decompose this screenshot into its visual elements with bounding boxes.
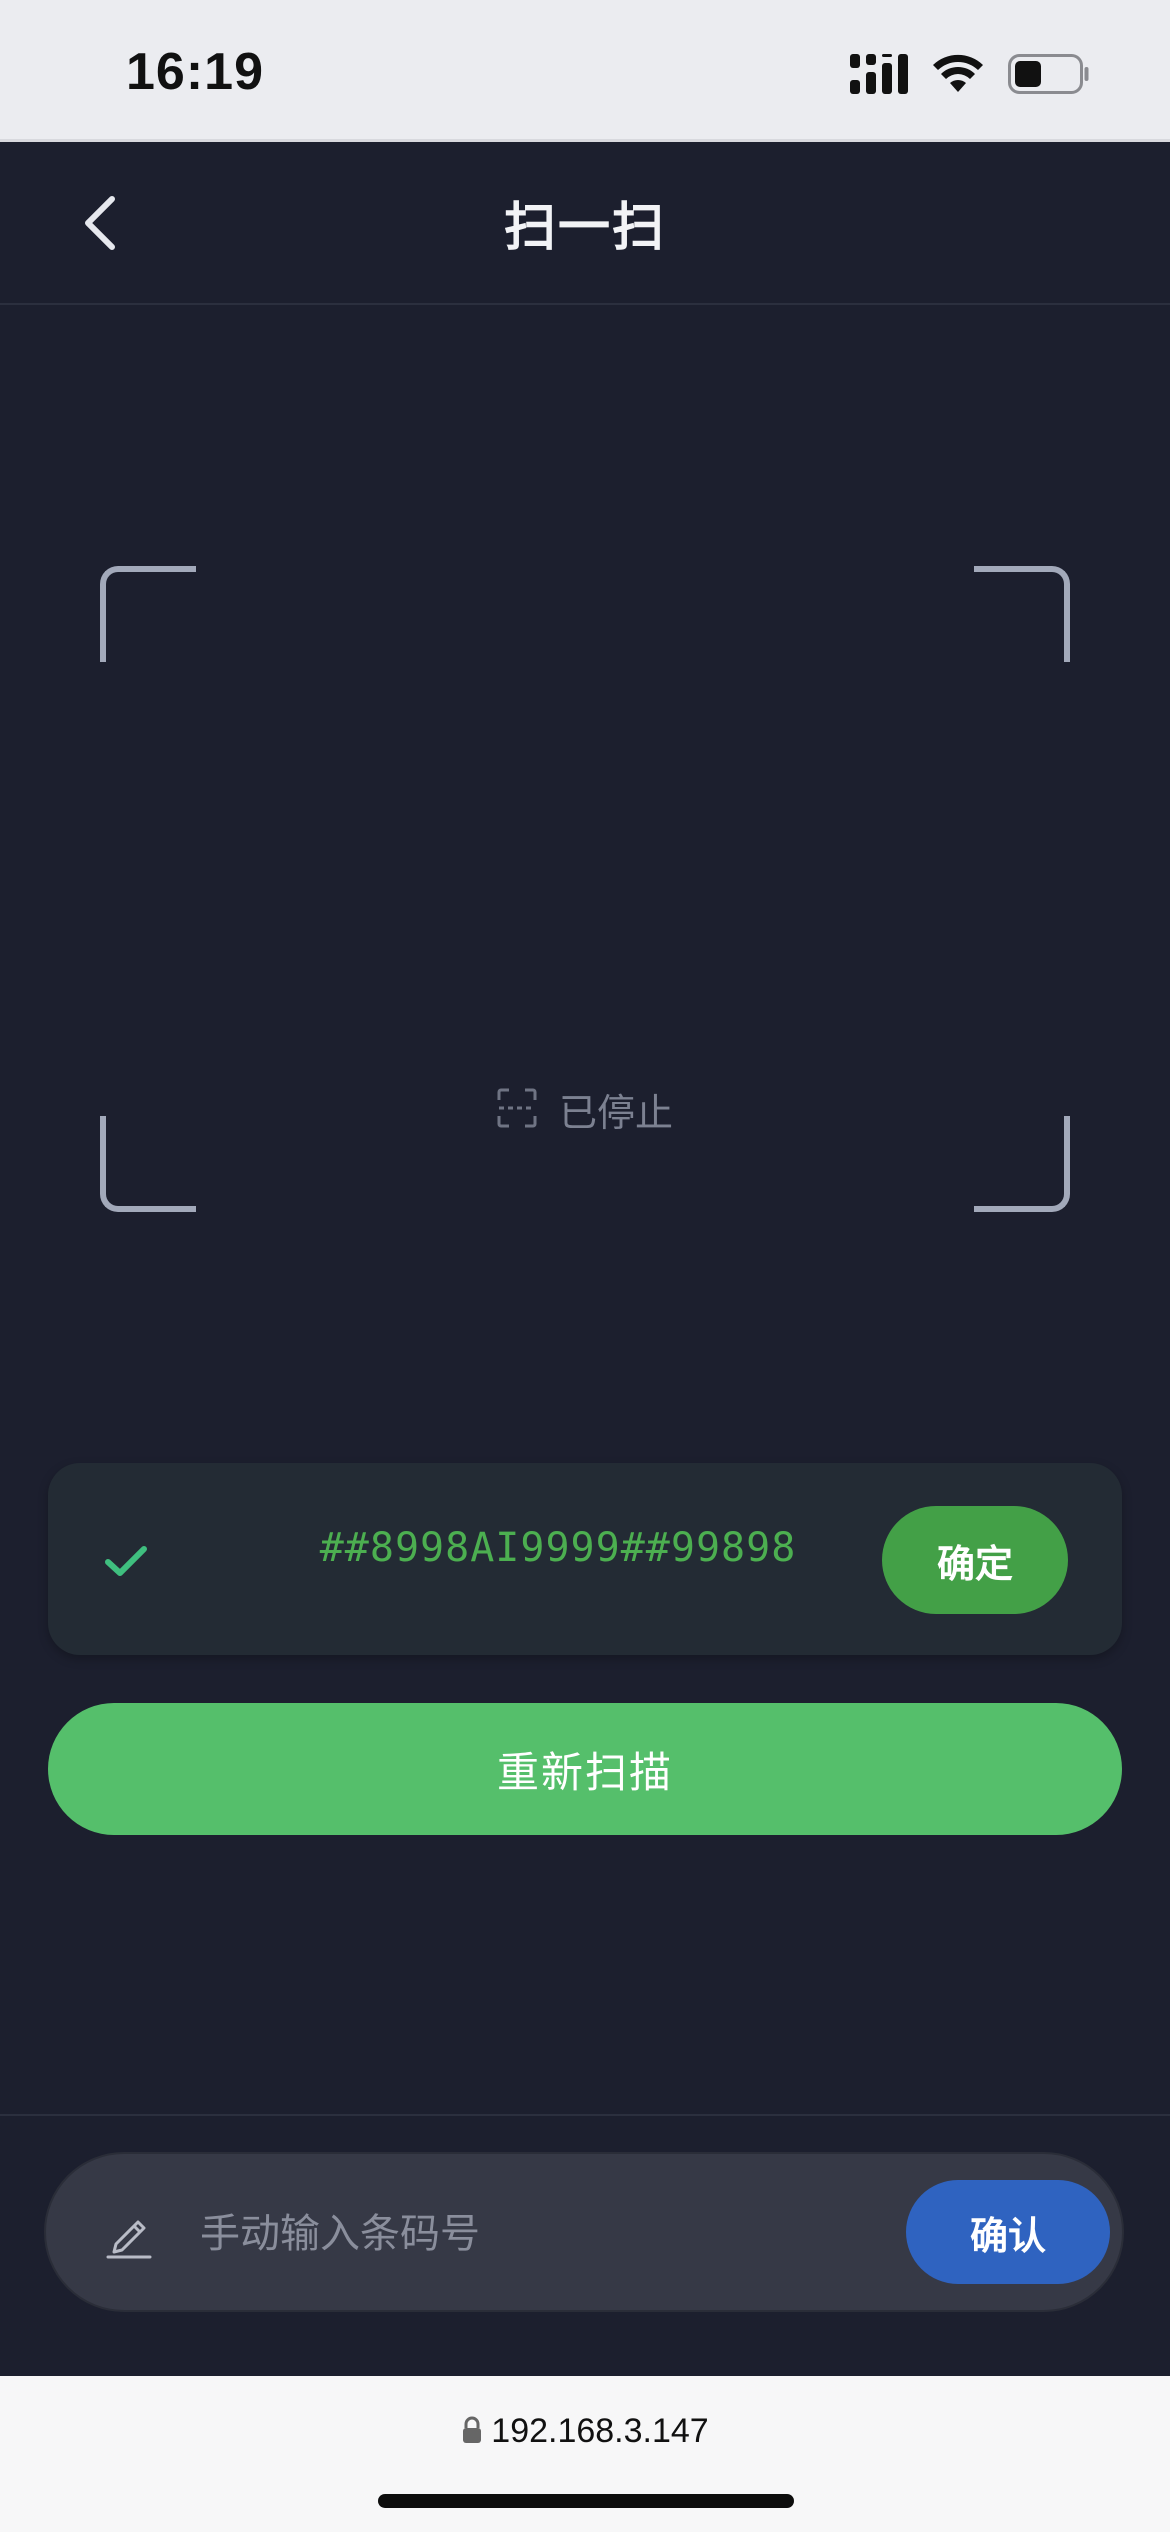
manual-input-panel: 确认	[0, 2114, 1170, 2376]
lock-icon	[461, 2416, 483, 2448]
signal-icon	[850, 54, 908, 98]
scanned-barcode: ##8998AI9999##99898	[319, 1525, 797, 1571]
manual-input-bar: 确认	[44, 2152, 1124, 2312]
url-text: 192.168.3.147	[491, 2412, 709, 2450]
pencil-icon	[102, 2206, 158, 2262]
status-time: 16:19	[126, 43, 264, 101]
check-icon	[98, 1533, 154, 1589]
viewfinder-corner-top-right	[974, 566, 1070, 662]
scan-status-text: 已停止	[558, 1091, 673, 1135]
home-indicator[interactable]	[378, 2494, 794, 2508]
result-confirm-button[interactable]: 确定	[882, 1506, 1068, 1614]
rescan-button[interactable]: 重新扫描	[48, 1703, 1122, 1835]
scan-icon	[497, 1088, 537, 1132]
nav-bar: 扫一扫	[0, 145, 1170, 305]
browser-bottom-bar: 192.168.3.147	[0, 2376, 1170, 2532]
barcode-input[interactable]	[198, 2194, 918, 2274]
battery-icon	[1008, 54, 1090, 98]
page-title: 扫一扫	[503, 198, 666, 258]
manual-confirm-button[interactable]: 确认	[906, 2180, 1110, 2284]
status-bar: 16:19	[0, 0, 1170, 142]
status-icons	[850, 52, 1090, 100]
scan-status: 已停止	[0, 1082, 1170, 1137]
viewfinder-corner-top-left	[100, 566, 196, 662]
address-bar[interactable]: 192.168.3.147	[0, 2412, 1170, 2451]
wifi-icon	[932, 54, 984, 98]
scan-result-card: ##8998AI9999##99898 确定	[48, 1463, 1122, 1655]
